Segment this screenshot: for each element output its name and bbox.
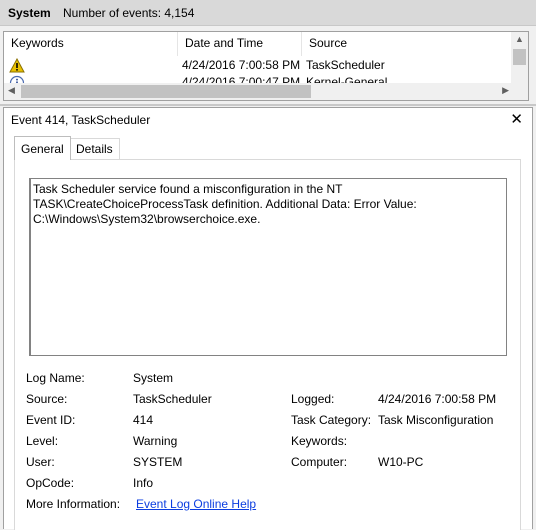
level-label: Level: <box>26 434 59 448</box>
scrollbar-corner <box>511 83 528 100</box>
computer-label: Computer: <box>291 455 348 469</box>
more-information-label: More Information: <box>26 497 121 511</box>
opcode-value: Info <box>133 476 154 490</box>
pane-splitter[interactable] <box>0 104 536 106</box>
vertical-scroll-thumb[interactable] <box>513 49 526 65</box>
scroll-up-icon[interactable]: ▲ <box>515 34 524 44</box>
source-value: TaskScheduler <box>133 392 212 406</box>
horizontal-scrollbar[interactable]: ◀ ▶ <box>4 83 513 100</box>
column-header-date-time[interactable]: Date and Time <box>178 32 302 56</box>
level-value: Warning <box>133 434 178 448</box>
event-id-label: Event ID: <box>26 413 76 427</box>
event-log-online-help-link[interactable]: Event Log Online Help <box>136 497 256 511</box>
event-count: Number of events: 4,154 <box>63 6 195 20</box>
scroll-left-icon[interactable]: ◀ <box>8 85 15 96</box>
log-name-value: System <box>133 371 174 385</box>
log-name-label: Log Name: <box>26 371 85 385</box>
source-label: Source: <box>26 392 68 406</box>
event-id-value: 414 <box>133 413 154 427</box>
close-icon[interactable]: ✕ <box>510 110 523 128</box>
horizontal-scroll-thumb[interactable] <box>21 85 311 98</box>
logged-value: 4/24/2016 7:00:58 PM <box>378 392 497 406</box>
column-header-keywords[interactable]: Keywords <box>4 32 178 56</box>
general-tab-content: Task Scheduler service found a misconfig… <box>14 159 521 530</box>
event-source: TaskScheduler <box>306 58 385 72</box>
task-category-label: Task Category: <box>291 413 372 427</box>
event-message[interactable]: Task Scheduler service found a misconfig… <box>29 178 507 356</box>
user-label: User: <box>26 455 55 469</box>
column-header-source[interactable]: Source <box>302 32 512 56</box>
opcode-label: OpCode: <box>26 476 75 490</box>
log-title: System <box>8 6 51 20</box>
scroll-right-icon[interactable]: ▶ <box>502 85 509 96</box>
tab-details[interactable]: Details <box>69 138 120 159</box>
log-header: System Number of events: 4,154 <box>0 0 536 26</box>
user-value: SYSTEM <box>133 455 183 469</box>
event-date: 4/24/2016 7:00:58 PM <box>182 58 301 72</box>
warning-icon <box>9 57 25 73</box>
tab-general[interactable]: General <box>14 136 71 160</box>
task-category-value: Task Misconfiguration <box>378 413 494 427</box>
computer-value: W10-PC <box>378 455 424 469</box>
event-detail-panel: Event 414, TaskScheduler ✕ General Detai… <box>3 107 533 530</box>
event-row[interactable]: 4/24/2016 7:00:58 PM TaskScheduler <box>4 57 514 74</box>
event-list: Keywords Date and Time Source 4/24/2016 … <box>3 31 529 101</box>
logged-label: Logged: <box>291 392 335 406</box>
keywords-label: Keywords: <box>291 434 348 448</box>
detail-title: Event 414, TaskScheduler <box>11 113 151 127</box>
vertical-scrollbar[interactable]: ▲ <box>511 32 528 83</box>
